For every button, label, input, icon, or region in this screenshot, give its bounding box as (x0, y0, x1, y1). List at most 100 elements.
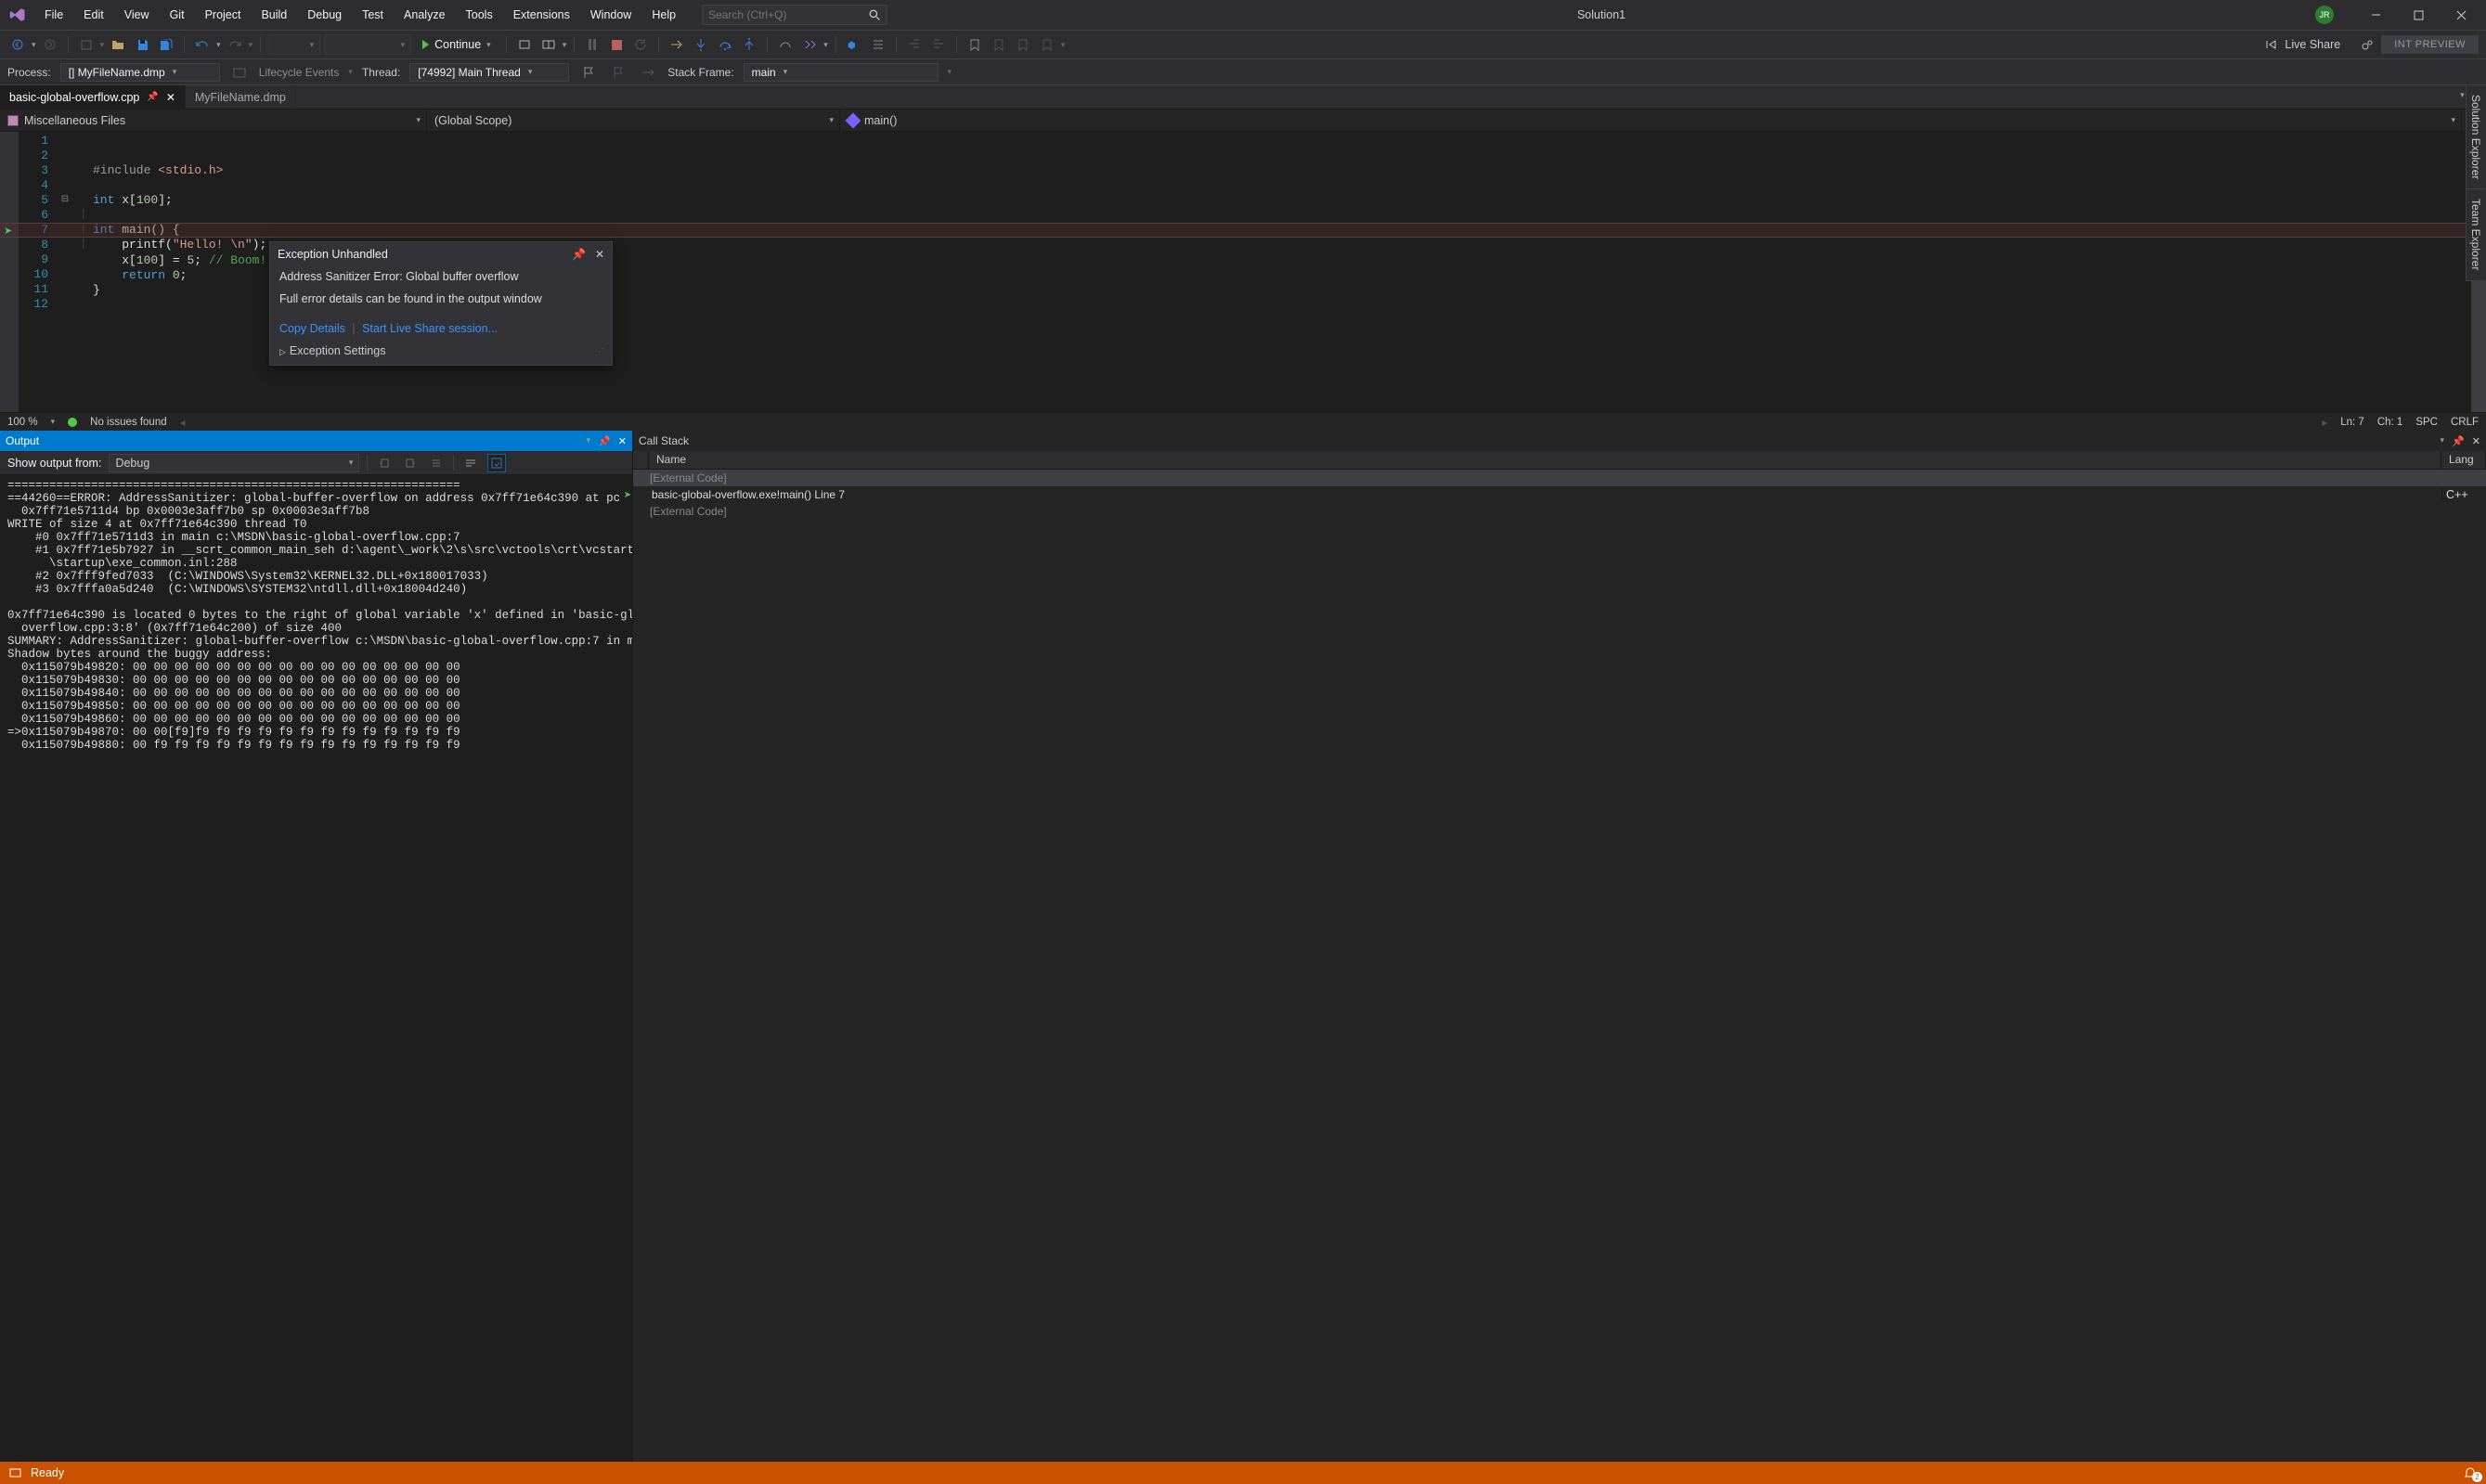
exception-settings-toggle[interactable]: ▷Exception Settings (279, 344, 385, 357)
close-icon[interactable]: ✕ (2472, 435, 2480, 447)
process-icon[interactable] (514, 34, 535, 55)
menu-view[interactable]: View (115, 3, 159, 27)
notifications-icon[interactable] (2464, 1466, 2477, 1479)
threads-window-icon[interactable] (638, 62, 658, 83)
step-over-icon[interactable] (715, 34, 735, 55)
zoom-level[interactable]: 100 % (7, 417, 38, 428)
bookmark-prev-icon[interactable] (989, 34, 1009, 55)
pause-icon[interactable] (582, 34, 602, 55)
tab-solution-explorer[interactable]: Solution Explorer (2467, 85, 2485, 189)
close-button[interactable] (2440, 1, 2482, 29)
menu-analyze[interactable]: Analyze (395, 3, 454, 27)
output-source-dropdown[interactable]: Debug▾ (109, 454, 359, 472)
code-editor[interactable]: 123456789101112 ⊟ │││ ➤#include <stdio.h… (0, 132, 2486, 412)
col-lang[interactable]: Lang (2441, 451, 2486, 469)
menu-extensions[interactable]: Extensions (504, 3, 579, 27)
intellitrace-icon[interactable] (799, 34, 820, 55)
menu-tools[interactable]: Tools (457, 3, 502, 27)
menu-project[interactable]: Project (196, 3, 251, 27)
save-all-icon[interactable] (156, 34, 176, 55)
fold-gutter[interactable]: ⊟ (56, 132, 74, 412)
bookmark-clear-icon[interactable] (1037, 34, 1057, 55)
callstack-row[interactable]: [External Code] (633, 470, 2486, 486)
indent-mode[interactable]: SPC (2415, 417, 2438, 428)
close-icon[interactable]: ✕ (618, 435, 627, 447)
resize-grip-icon[interactable]: ⋰ (595, 347, 602, 357)
bookmark-icon[interactable] (965, 34, 985, 55)
new-project-icon[interactable] (76, 34, 97, 55)
bookmark-next-icon[interactable] (1013, 34, 1033, 55)
pane-options-icon[interactable]: ▾ (587, 435, 591, 447)
member-dropdown[interactable]: main()▾ (840, 110, 2462, 131)
output-text[interactable]: ========================================… (0, 475, 632, 1462)
tab-myfilename-dmp[interactable]: MyFileName.dmp (186, 85, 296, 109)
callstack-row[interactable]: [External Code] (633, 503, 2486, 520)
tab-team-explorer[interactable]: Team Explorer (2467, 189, 2485, 280)
config-dropdown[interactable]: ▾ (268, 34, 320, 55)
save-icon[interactable] (132, 34, 152, 55)
restart-icon[interactable] (630, 34, 651, 55)
lifecycle-icon[interactable] (229, 62, 250, 83)
thread-dropdown[interactable]: [74992] Main Thread▾ (409, 63, 569, 82)
indent-less-icon[interactable] (904, 34, 925, 55)
goto-prev-message-icon[interactable] (375, 454, 394, 472)
toggle-wordwrap-icon[interactable] (461, 454, 480, 472)
pin-icon[interactable]: 📌 (598, 435, 611, 447)
platform-dropdown[interactable]: ▾ (324, 34, 411, 55)
menu-debug[interactable]: Debug (298, 3, 351, 27)
process-dropdown[interactable]: [] MyFileName.dmp▾ (60, 63, 220, 82)
menu-build[interactable]: Build (252, 3, 296, 27)
tab-basic-global-overflow[interactable]: basic-global-overflow.cpp 📌 ✕ (0, 85, 186, 109)
redo-icon[interactable] (225, 34, 245, 55)
search-icon[interactable] (869, 9, 881, 21)
program-output-icon[interactable] (487, 454, 506, 472)
menu-help[interactable]: Help (642, 3, 685, 27)
menu-file[interactable]: File (35, 3, 72, 27)
stop-icon[interactable] (606, 34, 627, 55)
start-liveshare-link[interactable]: Start Live Share session... (362, 322, 498, 335)
goto-next-message-icon[interactable] (401, 454, 420, 472)
stackframe-dropdown[interactable]: main▾ (744, 63, 939, 82)
feedback-icon[interactable] (2357, 34, 2377, 55)
stack-icon[interactable] (868, 34, 888, 55)
indent-more-icon[interactable] (928, 34, 949, 55)
project-dropdown[interactable]: Miscellaneous Files▾ (0, 110, 427, 131)
line-ending[interactable]: CRLF (2451, 417, 2479, 428)
nav-back-icon[interactable] (7, 34, 28, 55)
step-into-icon[interactable] (691, 34, 711, 55)
liveshare-button[interactable]: Live Share (2253, 38, 2353, 51)
pin-icon[interactable]: 📌 (147, 92, 158, 102)
callstack-row[interactable]: ➤ basic-global-overflow.exe!main() Line … (633, 486, 2486, 503)
glyph-margin[interactable] (0, 132, 19, 412)
hex-icon[interactable]: ⬢ (844, 34, 864, 55)
flagged-threads-icon[interactable] (608, 62, 628, 83)
scope-dropdown[interactable]: (Global Scope)▾ (427, 110, 840, 131)
pin-icon[interactable]: 📌 (2452, 435, 2465, 447)
show-next-statement-icon[interactable] (667, 34, 687, 55)
tab-overflow-icon[interactable]: ▾ (2460, 90, 2465, 104)
menu-git[interactable]: Git (161, 3, 194, 27)
menu-edit[interactable]: Edit (74, 3, 113, 27)
step-out-icon[interactable] (739, 34, 759, 55)
undo-icon[interactable] (192, 34, 213, 55)
step-backward-icon[interactable] (775, 34, 796, 55)
nav-fwd-icon[interactable] (40, 34, 60, 55)
global-search[interactable] (702, 5, 887, 25)
pin-icon[interactable]: 📌 (572, 248, 586, 261)
minimize-button[interactable] (2354, 1, 2397, 29)
flag-icon[interactable] (578, 62, 599, 83)
clear-all-icon[interactable] (427, 454, 446, 472)
callstack-rows[interactable]: [External Code] ➤ basic-global-overflow.… (633, 470, 2486, 1462)
col-name[interactable]: Name (649, 451, 2441, 469)
search-input[interactable] (708, 8, 857, 21)
user-avatar[interactable]: JR (2315, 6, 2334, 24)
pane-options-icon[interactable]: ▾ (2441, 435, 2445, 447)
thread-window-icon[interactable] (538, 34, 559, 55)
open-folder-icon[interactable] (108, 34, 128, 55)
issues-status[interactable]: No issues found (90, 417, 166, 428)
copy-details-link[interactable]: Copy Details (279, 322, 345, 335)
menu-test[interactable]: Test (353, 3, 393, 27)
continue-button[interactable]: Continue ▾ (415, 33, 498, 56)
menu-window[interactable]: Window (581, 3, 641, 27)
close-icon[interactable]: ✕ (166, 91, 175, 104)
